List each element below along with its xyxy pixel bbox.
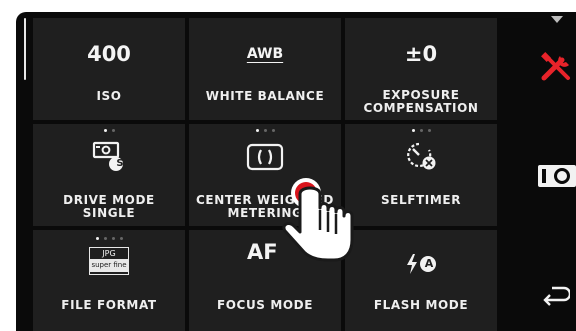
selftimer-option-dots	[345, 129, 497, 132]
drive-mode-label-line2: SINGLE	[82, 206, 136, 220]
white-balance-tile[interactable]: AWB WHITE BALANCE	[189, 18, 341, 120]
camera-menu-page: 400 ISO AWB WHITE BALANCE ±0 EXPOSURE CO…	[0, 0, 576, 331]
flash-mode-tile[interactable]: A FLASH MODE	[345, 230, 497, 331]
jpg-super-fine-icon: JPG super fine	[89, 247, 129, 275]
exposure-value: ±0	[404, 42, 438, 66]
camera-icon[interactable]	[536, 163, 576, 189]
drive-mode-option-dots	[33, 129, 185, 132]
selftimer-label: SELFTIMER	[380, 193, 462, 207]
back-arrow-icon[interactable]	[542, 282, 570, 308]
exposure-label-line2: COMPENSATION	[363, 101, 479, 115]
exposure-compensation-tile[interactable]: ±0 EXPOSURE COMPENSATION	[345, 18, 497, 120]
drive-mode-tile[interactable]: S DRIVE MODE SINGLE	[33, 124, 185, 226]
iso-tile[interactable]: 400 ISO	[33, 18, 185, 120]
iso-label: ISO	[96, 89, 122, 103]
drive-mode-badge: S	[116, 158, 124, 169]
file-format-option-dots	[33, 237, 185, 240]
chevron-down-icon[interactable]	[551, 16, 563, 24]
flash-auto-badge: A	[424, 257, 434, 270]
selftimer-icon	[407, 142, 436, 170]
selftimer-tile[interactable]: SELFTIMER	[345, 124, 497, 226]
metering-option-dots	[189, 129, 341, 132]
flash-mode-label: FLASH MODE	[373, 298, 469, 312]
white-balance-label: WHITE BALANCE	[205, 89, 325, 103]
center-weighted-metering-icon	[246, 143, 284, 171]
white-balance-value: AWB	[246, 46, 284, 62]
scrollbar[interactable]	[24, 18, 26, 80]
super-fine-label: super fine	[90, 259, 128, 272]
file-format-tile[interactable]: JPG super fine FILE FORMAT	[33, 230, 185, 331]
tools-icon[interactable]	[540, 52, 574, 82]
jpg-label: JPG	[102, 249, 116, 258]
focus-mode-label: FOCUS MODE	[216, 298, 314, 312]
file-format-label: FILE FORMAT	[61, 298, 157, 312]
hand-pointer-icon	[282, 178, 354, 262]
iso-value: 400	[87, 42, 131, 66]
